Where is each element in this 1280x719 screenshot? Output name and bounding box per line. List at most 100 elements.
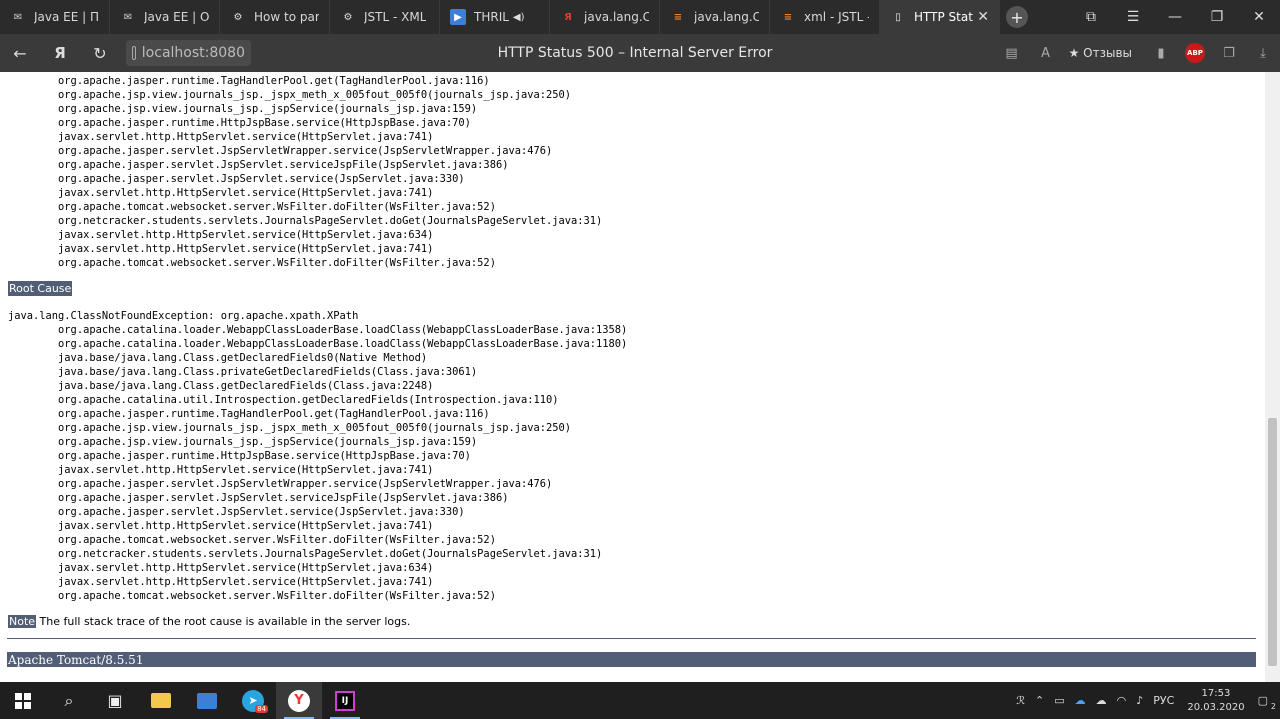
system-tray: ℛ ⌃ ▭ ☁ ☁ ◠ ♪ РУС 17:53 20.03.2020 ▢ 2 (1011, 682, 1280, 719)
tab-strip: ✉Java EE | Пер✉Java EE | Ос⚙How to pars⚙… (0, 0, 1280, 34)
arrow-left-icon: ← (13, 43, 27, 63)
notifications-button[interactable]: ▢ 2 (1253, 694, 1280, 711)
intellij-button[interactable]: IJ (322, 682, 368, 719)
user-icon[interactable]: ℛ (1011, 694, 1030, 707)
tab-label: JSTL - XML (364, 10, 427, 24)
app-icon (197, 692, 217, 709)
video-icon: ▶ (450, 9, 466, 25)
task-view-icon: ▣ (107, 691, 123, 710)
app-button[interactable] (184, 682, 230, 719)
tab-label: How to pars (254, 10, 319, 24)
yandex-home-button[interactable]: Я (40, 34, 80, 72)
tab-7[interactable]: ≡ java.lang.Cla (660, 0, 770, 34)
tab-9[interactable]: ▯ HTTP Stat ✕ (880, 0, 1000, 34)
tab-label: java.lang.Cla (694, 10, 759, 24)
intellij-icon: IJ (335, 690, 355, 711)
tab-4[interactable]: ⚙ JSTL - XML (330, 0, 440, 34)
root-cause-heading: Root Cause (8, 281, 73, 296)
globe-icon (132, 46, 136, 60)
onedrive-icon[interactable]: ☁ (1070, 694, 1091, 707)
mail-icon: ✉ (123, 11, 133, 23)
note-text: Note The full stack trace of the root ca… (8, 615, 410, 628)
reader-mode-icon[interactable]: ▤ (995, 34, 1029, 72)
telegram-button[interactable]: ➤ 84 (230, 682, 276, 719)
search-button[interactable]: ⌕ (46, 682, 92, 719)
stack-icon: ≡ (783, 11, 793, 23)
chevron-up-icon[interactable]: ⌃ (1030, 694, 1049, 707)
yandex-browser-icon: Y (288, 689, 310, 712)
yandex-browser-button[interactable]: Y (276, 682, 322, 719)
navigation-bar: ← Я ↻ localhost:8080 HTTP Status 500 – I… (0, 34, 1280, 72)
stack-icon: ≡ (673, 11, 683, 23)
yandex-icon: Я (564, 11, 572, 23)
scrollbar-thumb[interactable] (1268, 418, 1277, 666)
volume-icon[interactable]: ♪ (1131, 694, 1148, 707)
note-label: Note (8, 615, 37, 628)
tab-label: HTTP Stat (914, 10, 973, 24)
speaker-icon[interactable]: ◀) (513, 12, 525, 23)
server-footer: Apache Tomcat/8.5.51 (7, 652, 1256, 667)
tabs-overview-icon[interactable]: ⧉ (1070, 0, 1112, 34)
reload-button[interactable]: ↻ (80, 34, 120, 72)
clock-date: 20.03.2020 (1187, 701, 1245, 713)
clock-time: 17:53 (1201, 687, 1231, 699)
tab-label: Java EE | Пер (34, 10, 99, 24)
adblock-icon: ABP (1185, 43, 1205, 63)
vertical-scrollbar[interactable] (1265, 72, 1280, 682)
input-language[interactable]: РУС (1148, 694, 1179, 707)
tab-label: xml - JSTL - (804, 10, 869, 24)
search-icon: ⌕ (64, 690, 74, 710)
tab-3[interactable]: ⚙ How to pars (220, 0, 330, 34)
back-button[interactable]: ← (0, 34, 40, 72)
tab-label: Java EE | Ос (144, 10, 209, 24)
note-message: The full stack trace of the root cause i… (36, 615, 411, 628)
collections-icon[interactable]: ❐ (1212, 34, 1246, 72)
file-explorer-button[interactable] (138, 682, 184, 719)
taskbar: ⌕ ▣ ➤ 84 Y IJ ℛ ⌃ ▭ ☁ ☁ ◠ ♪ РУС 17:53 20… (0, 682, 1280, 719)
page-content: org.apache.jasper.runtime.TagHandlerPool… (0, 72, 1265, 682)
tab-8[interactable]: ≡ xml - JSTL - (770, 0, 880, 34)
restore-button[interactable]: ❐ (1196, 0, 1238, 34)
notifications-count: 2 (1270, 702, 1276, 711)
start-button[interactable] (0, 682, 46, 719)
divider (7, 638, 1256, 639)
menu-icon[interactable]: ☰ (1112, 0, 1154, 34)
page-title: HTTP Status 500 – Internal Server Error (497, 45, 773, 61)
stack-trace-top: org.apache.jasper.runtime.TagHandlerPool… (58, 75, 603, 269)
reviews-button[interactable]: ★ Отзывы (1063, 41, 1138, 65)
gear-icon: ⚙ (343, 11, 353, 23)
plus-icon: + (1006, 6, 1028, 28)
tab-1[interactable]: ✉ Java EE | Пер (0, 0, 110, 34)
battery-icon[interactable]: ▭ (1049, 694, 1069, 707)
page-icon: ▯ (895, 11, 901, 23)
adblock-button[interactable]: ABP (1178, 34, 1212, 72)
close-tab-icon[interactable]: ✕ (977, 9, 989, 25)
tab-label: java.lang.Cla (584, 10, 649, 24)
clock[interactable]: 17:53 20.03.2020 (1179, 687, 1252, 715)
task-view-button[interactable]: ▣ (92, 682, 138, 719)
yandex-logo-icon: Я (54, 44, 66, 62)
windows-logo-icon (15, 692, 31, 709)
minimize-button[interactable]: — (1154, 0, 1196, 34)
download-icon[interactable]: ⤓ (1246, 34, 1280, 72)
tab-6[interactable]: Яjava.lang.Cla (550, 0, 660, 34)
folder-icon (151, 693, 171, 708)
cloud-icon[interactable]: ☁ (1091, 694, 1112, 707)
notifications-icon: ▢ (1257, 694, 1268, 707)
close-window-button[interactable]: ✕ (1238, 0, 1280, 34)
tab-list: ✉Java EE | Пер✉Java EE | Ос⚙How to pars⚙… (0, 0, 1000, 34)
reload-icon: ↻ (93, 43, 107, 63)
bookmark-icon[interactable]: ▮ (1144, 34, 1178, 72)
wifi-icon[interactable]: ◠ (1112, 694, 1132, 707)
tab-5[interactable]: ▶ THRIL ◀) (440, 0, 550, 34)
address-bar[interactable]: localhost:8080 (126, 40, 251, 66)
toolbar-right: ▤ A ★ Отзывы ▮ ABP ❐ ⤓ (995, 34, 1280, 72)
stack-trace-root-cause: java.lang.ClassNotFoundException: org.ap… (8, 310, 628, 602)
mail-icon: ✉ (13, 11, 23, 23)
tab-2[interactable]: ✉ Java EE | Ос (110, 0, 220, 34)
address-url: localhost:8080 (141, 45, 245, 61)
new-tab-button[interactable]: + (1000, 0, 1034, 34)
tab-label: THRIL (474, 10, 509, 24)
translate-icon[interactable]: A (1029, 34, 1063, 72)
gear-icon: ⚙ (233, 11, 243, 23)
